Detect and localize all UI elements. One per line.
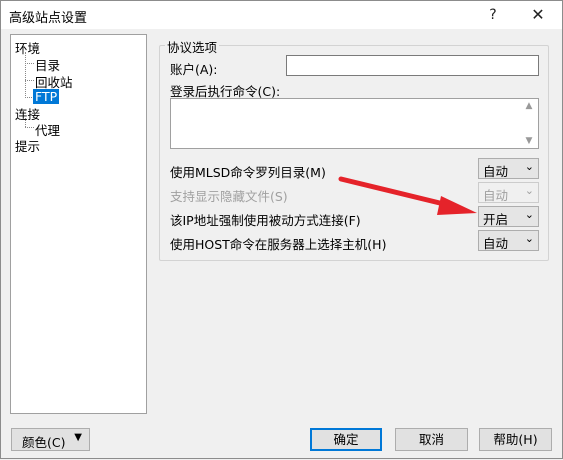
hidden-files-option-select: 自动 ⌄ [478,182,539,203]
cancel-button[interactable]: 取消 [395,428,468,451]
post-login-command-input[interactable]: ▲ ▼ [170,98,539,149]
textarea-scrollbar[interactable]: ▲ ▼ [521,99,538,148]
tree-line [25,80,34,81]
mlsd-option-select[interactable]: 自动 ⌄ [478,158,539,179]
tree-line [25,52,26,98]
tree-line [25,127,34,128]
account-input[interactable] [286,55,539,76]
force-passive-option-value: 开启 [483,212,509,227]
mlsd-option-value: 自动 [483,164,509,179]
chevron-down-icon: ⌄ [524,208,534,221]
scroll-up-icon[interactable]: ▲ [524,101,534,111]
title-bar: 高级站点设置 ? ✕ [1,1,562,29]
tree-line [25,63,34,64]
scroll-down-icon[interactable]: ▼ [524,136,534,146]
color-button[interactable]: 颜色(C) ▼ [11,428,90,451]
chevron-down-icon: ⌄ [524,232,534,245]
chevron-down-icon: ⌄ [524,160,534,173]
help-button[interactable]: 帮助(H) [479,428,552,451]
hidden-files-option-value: 自动 [483,188,509,203]
tree-item-ftp[interactable]: FTP [33,89,60,104]
color-button-label: 颜色(C) [22,435,66,450]
mlsd-option-label: 使用MLSD命令罗列目录(M) [170,165,326,180]
hidden-files-option-label: 支持显示隐藏文件(S) [170,189,288,204]
settings-tree: 环境 目录 回收站 FTP 连接 代理 提示 [10,34,147,414]
window-title: 高级站点设置 [9,11,88,26]
advanced-site-settings-dialog: 高级站点设置 ? ✕ 环境 目录 回收站 FTP 连接 代理 提示 协议选项 账… [0,0,563,459]
ok-button[interactable]: 确定 [310,428,382,451]
force-passive-option-label: 该IP地址强制使用被动方式连接(F) [170,213,361,228]
host-command-option-value: 自动 [483,236,509,251]
force-passive-option-select[interactable]: 开启 ⌄ [478,206,539,227]
caret-down-icon: ▼ [74,432,82,443]
help-icon[interactable]: ? [471,1,515,29]
host-command-option-label: 使用HOST命令在服务器上选择主机(H) [170,237,387,252]
account-label: 账户(A): [170,62,218,77]
tree-item-hint[interactable]: 提示 [15,136,40,155]
chevron-down-icon: ⌄ [524,184,534,197]
protocol-options-title: 协议选项 [165,37,220,56]
host-command-option-select[interactable]: 自动 ⌄ [478,230,539,251]
close-icon[interactable]: ✕ [516,1,560,29]
